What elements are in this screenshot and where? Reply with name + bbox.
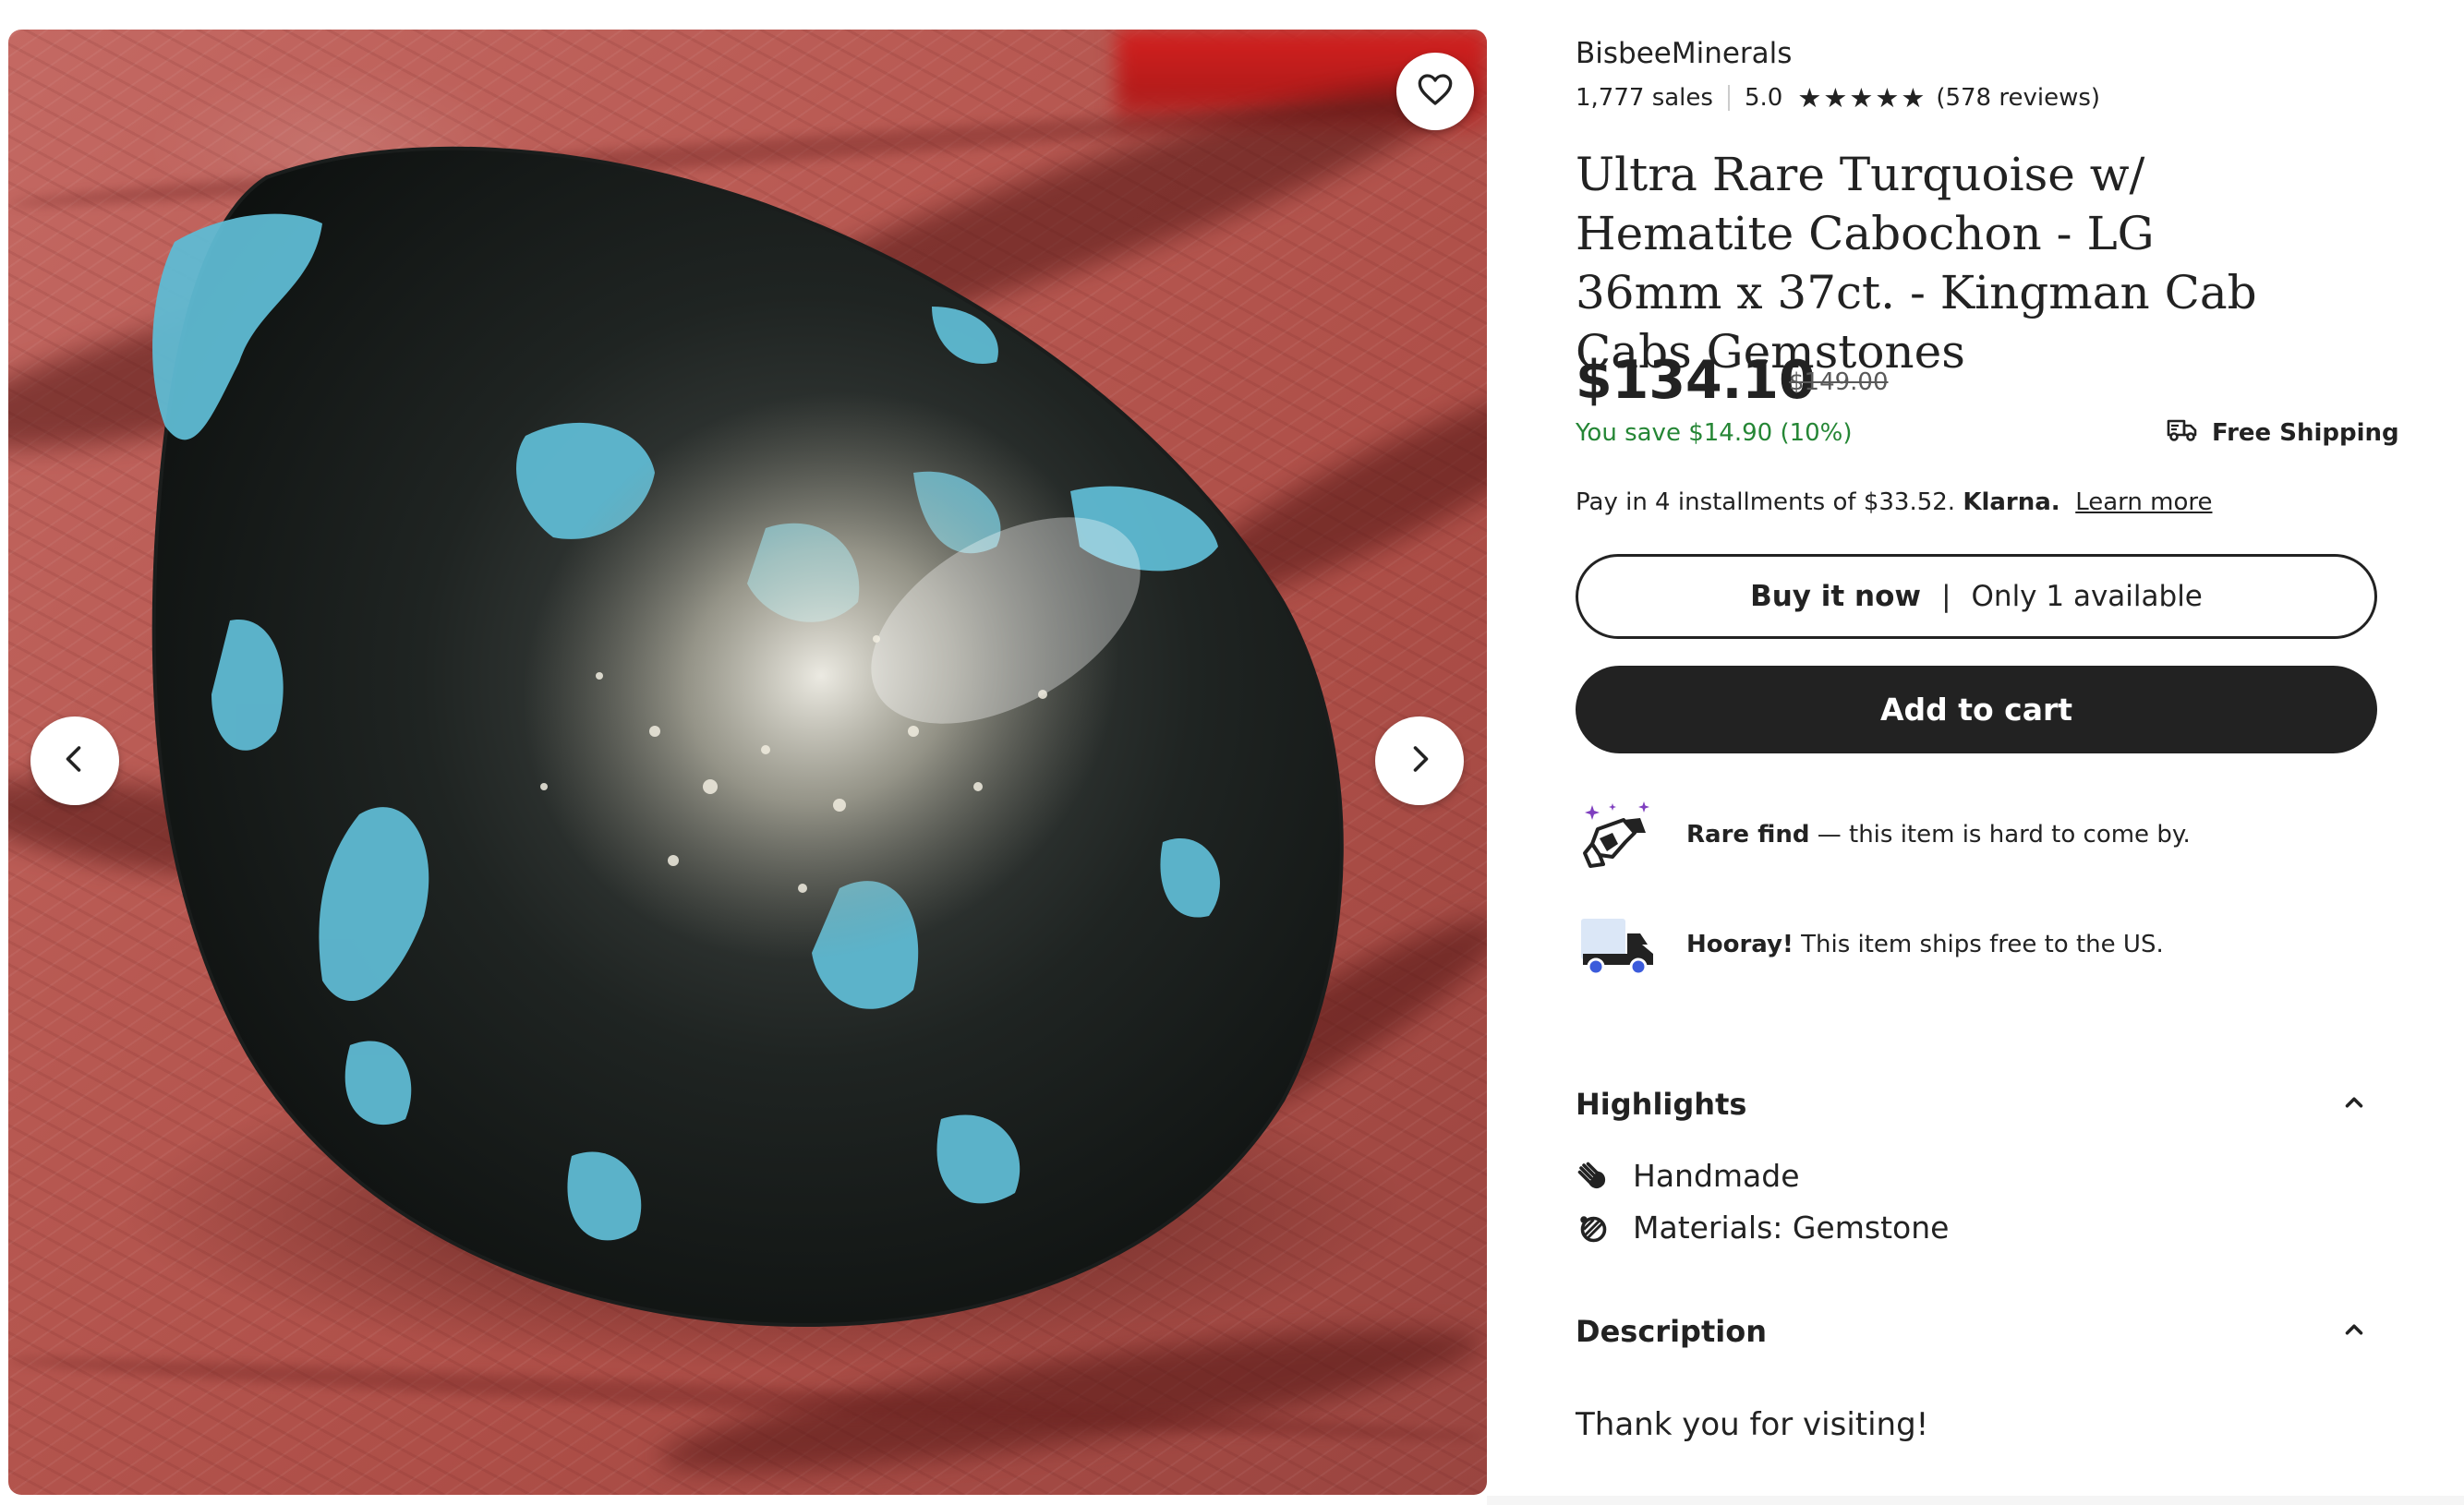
highlights-toggle[interactable]: Highlights — [1576, 1087, 2377, 1122]
star-icon: ★ — [1849, 81, 1874, 114]
favorite-button[interactable] — [1396, 53, 1474, 130]
handmade-label: Handmade — [1633, 1158, 1800, 1194]
savings-text: You save $14.90 (10%) — [1576, 419, 1853, 447]
learn-more-link[interactable]: Learn more — [2075, 488, 2212, 516]
turquoise-cabochon — [119, 146, 1412, 1368]
divider — [1727, 85, 1730, 111]
chevron-up-icon — [2340, 1089, 2368, 1120]
materials-icon — [1576, 1211, 1609, 1245]
highlight-materials: Materials: Gemstone — [1576, 1210, 1949, 1246]
divider — [1487, 1496, 2464, 1505]
rare-find-text: — this item is hard to come by. — [1809, 821, 2191, 849]
listing-title: Ultra Rare Turquoise w/ Hematite Cabocho… — [1576, 148, 2257, 379]
materials-label: Materials: Gemstone — [1633, 1210, 1950, 1246]
star-icon: ★ — [1875, 81, 1900, 114]
product-image[interactable] — [8, 30, 1487, 1495]
description-text: Thank you for visiting! — [1576, 1406, 1929, 1443]
free-shipping-badge: Free Shipping — [2166, 415, 2399, 450]
reviews-link[interactable]: (578 reviews) — [1936, 84, 2100, 112]
shop-stats: 1,777 sales 5.0 ★ ★ ★ ★ ★ (578 reviews) — [1576, 79, 2100, 116]
hooray-title: Hooray! — [1686, 931, 1794, 958]
highlight-handmade: Handmade — [1576, 1158, 1800, 1194]
previous-image-button[interactable] — [30, 716, 119, 805]
chevron-right-icon — [1403, 742, 1436, 779]
add-to-cart-button[interactable]: Add to cart — [1576, 666, 2377, 753]
buy-now-label: Buy it now — [1750, 580, 1922, 613]
buy-now-button[interactable]: Buy it now | Only 1 available — [1576, 554, 2377, 639]
rare-find-title: Rare find — [1686, 821, 1810, 849]
next-image-button[interactable] — [1375, 716, 1464, 805]
rating-value: 5.0 — [1744, 84, 1783, 112]
original-price: $149.00 — [1789, 368, 1889, 396]
description-toggle[interactable]: Description — [1576, 1314, 2377, 1349]
star-icon: ★ — [1797, 81, 1822, 114]
availability-label: Only 1 available — [1971, 580, 2203, 613]
handmade-hand-icon — [1576, 1160, 1609, 1193]
description-title: Description — [1576, 1314, 1767, 1349]
klarna-logo: Klarna. — [1963, 488, 2060, 516]
klarna-text: Pay in 4 installments of $33.52. — [1576, 488, 1963, 516]
free-shipping-label: Free Shipping — [2212, 418, 2399, 447]
chevron-left-icon — [58, 742, 91, 779]
rare-find-icon — [1576, 792, 1661, 877]
heart-icon — [1417, 71, 1454, 112]
free-shipping-callout: Hooray! This item ships free to the US. — [1576, 902, 2164, 987]
star-icon: ★ — [1901, 81, 1926, 114]
divider: | — [1941, 580, 1951, 613]
star-rating: ★ ★ ★ ★ ★ — [1797, 81, 1927, 114]
highlights-title: Highlights — [1576, 1087, 1747, 1122]
shop-name-link[interactable]: BisbeeMinerals — [1576, 35, 1792, 72]
shipping-truck-icon — [2166, 415, 2212, 450]
delivery-truck-icon — [1576, 902, 1661, 987]
klarna-installments: Pay in 4 installments of $33.52. Klarna.… — [1576, 487, 2213, 518]
star-icon: ★ — [1823, 81, 1848, 114]
sale-price: $134.10 — [1576, 350, 1816, 411]
chevron-up-icon — [2340, 1316, 2368, 1347]
rare-find-callout: Rare find — this item is hard to come by… — [1576, 792, 2191, 877]
sales-count: 1,777 sales — [1576, 84, 1713, 112]
ships-free-text: This item ships free to the US. — [1793, 931, 2164, 958]
